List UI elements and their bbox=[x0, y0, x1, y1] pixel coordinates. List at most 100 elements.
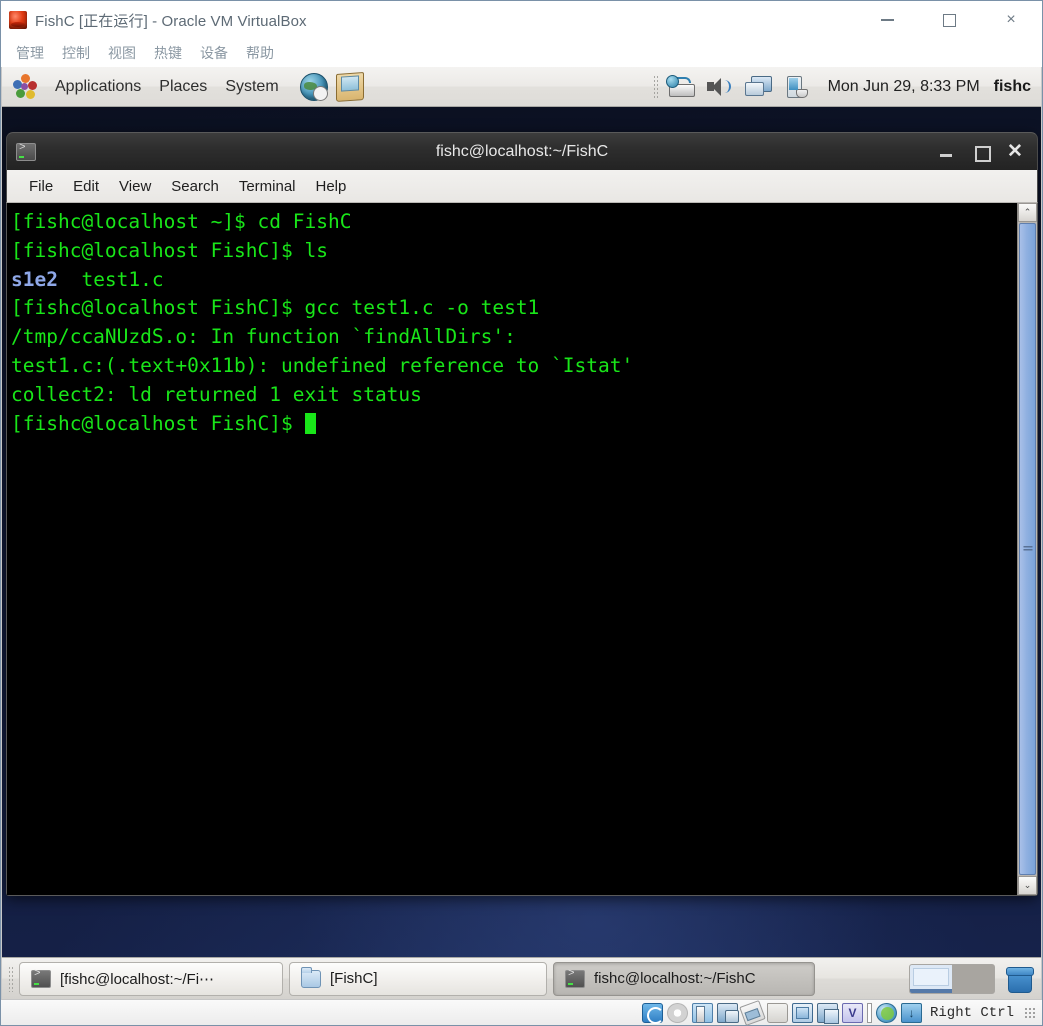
panel-launchers bbox=[299, 71, 364, 102]
host-mouse-icon[interactable]: ↓ bbox=[900, 1002, 922, 1023]
terminal-titlebar[interactable]: fishc@localhost:~/FishC ✕ bbox=[6, 132, 1038, 170]
audio-icon[interactable] bbox=[691, 1002, 713, 1023]
task-label: [FishC] bbox=[330, 970, 378, 987]
terminal-line: /tmp/ccaNUzdS.o: In function `findAllDir… bbox=[11, 323, 1017, 352]
shared-folders-icon[interactable] bbox=[766, 1002, 788, 1023]
terminal-line: [fishc@localhost FishC]$ bbox=[11, 410, 1017, 439]
task-button-terminal-2[interactable]: fishc@localhost:~/FishC bbox=[553, 961, 815, 996]
scrollbar-thumb[interactable] bbox=[1019, 223, 1036, 875]
terminal-close-button[interactable]: ✕ bbox=[1007, 142, 1023, 161]
desktop[interactable]: fishc@localhost:~/FishC ✕ File Edit View… bbox=[2, 107, 1041, 957]
terminal-menu-edit[interactable]: Edit bbox=[63, 175, 109, 198]
network-icon[interactable] bbox=[716, 1002, 739, 1023]
scrollbar-trough[interactable] bbox=[1018, 222, 1037, 876]
panel-tray bbox=[665, 74, 812, 100]
host-key-label: Right Ctrl bbox=[929, 1004, 1014, 1021]
terminal-menu-terminal[interactable]: Terminal bbox=[229, 175, 306, 198]
terminal-line: collect2: ld returned 1 exit status bbox=[11, 381, 1017, 410]
vbox-menu-devices[interactable]: 设备 bbox=[191, 41, 237, 65]
terminal-icon bbox=[565, 968, 585, 988]
terminal-window: fishc@localhost:~/FishC ✕ File Edit View… bbox=[6, 132, 1038, 896]
terminal-menu-view[interactable]: View bbox=[109, 175, 161, 198]
virtualbox-logo-icon[interactable]: V bbox=[841, 1002, 863, 1023]
close-icon: × bbox=[1006, 11, 1016, 28]
virtualbox-icon bbox=[9, 11, 27, 29]
battery-icon[interactable] bbox=[782, 74, 812, 100]
terminal-menu-help[interactable]: Help bbox=[306, 175, 357, 198]
task-button-file-manager[interactable]: [FishC] bbox=[289, 961, 547, 996]
maximize-button[interactable] bbox=[918, 1, 980, 39]
scroll-down-button[interactable]: ⌄ bbox=[1018, 876, 1037, 895]
vbox-menu-control[interactable]: 控制 bbox=[53, 41, 99, 65]
vbox-menu-hotkey[interactable]: 热键 bbox=[145, 41, 191, 65]
terminal-window-title: fishc@localhost:~/FishC bbox=[435, 142, 609, 160]
close-button[interactable]: × bbox=[980, 1, 1042, 39]
web-browser-icon[interactable] bbox=[299, 72, 328, 101]
task-label: [fishc@localhost:~/Fi⋯ bbox=[60, 970, 215, 988]
terminal-menu-file[interactable]: File bbox=[19, 175, 63, 198]
capture-bar-icon bbox=[866, 1002, 872, 1023]
panel-clock[interactable]: Mon Jun 29, 8:33 PM bbox=[828, 78, 980, 96]
terminal-scrollbar[interactable]: ⌃ ⌄ bbox=[1017, 203, 1037, 895]
workspace-2[interactable] bbox=[952, 964, 994, 993]
guest-screen: Applications Places System Mon Jun 29, 8… bbox=[1, 67, 1042, 999]
terminal-body: [fishc@localhost ~]$ cd FishC [fishc@loca… bbox=[6, 203, 1038, 896]
terminal-text: test1.c bbox=[57, 267, 164, 291]
terminal-output[interactable]: [fishc@localhost ~]$ cd FishC [fishc@loca… bbox=[7, 203, 1017, 895]
minimize-button[interactable] bbox=[856, 1, 918, 39]
window-tasklist: [fishc@localhost:~/Fi⋯ [FishC] fishc@loc… bbox=[19, 961, 901, 996]
terminal-line: [fishc@localhost FishC]$ gcc test1.c -o … bbox=[11, 294, 1017, 323]
task-label: fishc@localhost:~/FishC bbox=[594, 970, 756, 987]
terminal-text: collect2: ld returned 1 exit status bbox=[11, 382, 422, 406]
trash-icon[interactable] bbox=[1005, 965, 1034, 993]
terminal-text: s1e2 bbox=[11, 267, 58, 291]
terminal-line: s1e2 test1.c bbox=[11, 266, 1017, 295]
hard-disk-icon[interactable] bbox=[641, 1002, 664, 1024]
menu-system[interactable]: System bbox=[216, 75, 287, 99]
display-icon[interactable] bbox=[791, 1002, 813, 1023]
gnome-bottom-panel: [fishc@localhost:~/Fi⋯ [FishC] fishc@loc… bbox=[2, 957, 1041, 999]
terminal-text: /tmp/ccaNUzdS.o: In function `findAllDir… bbox=[11, 325, 516, 349]
gnome-top-panel: Applications Places System Mon Jun 29, 8… bbox=[2, 67, 1041, 107]
display-icon[interactable] bbox=[743, 74, 773, 100]
virtualbox-titlebar: FishC [正在运行] - Oracle VM VirtualBox × bbox=[1, 1, 1042, 39]
vbox-menu-help[interactable]: 帮助 bbox=[237, 41, 283, 65]
volume-icon[interactable] bbox=[704, 74, 734, 100]
panel-username[interactable]: fishc bbox=[994, 78, 1031, 96]
resize-grip[interactable] bbox=[1024, 1006, 1036, 1019]
vbox-menu-view[interactable]: 视图 bbox=[99, 41, 145, 65]
panel-drag-grip[interactable] bbox=[652, 74, 659, 99]
guest-additions-icon[interactable] bbox=[875, 1002, 897, 1023]
terminal-window-controls: ✕ bbox=[939, 142, 1037, 162]
terminal-icon bbox=[16, 142, 36, 161]
usb-icon[interactable] bbox=[739, 999, 766, 1026]
email-client-icon[interactable] bbox=[335, 71, 364, 102]
maximize-icon bbox=[942, 13, 956, 27]
virtualbox-statusbar: V ↓ Right Ctrl bbox=[1, 999, 1042, 1026]
gnome-foot-icon[interactable] bbox=[13, 73, 39, 100]
terminal-maximize-button[interactable] bbox=[973, 144, 991, 162]
virtualbox-window-title: FishC [正在运行] - Oracle VM VirtualBox bbox=[35, 12, 307, 30]
workspace-switcher[interactable] bbox=[909, 963, 995, 994]
optical-disk-icon[interactable] bbox=[666, 1002, 688, 1023]
scroll-up-button[interactable]: ⌃ bbox=[1018, 203, 1037, 222]
terminal-text: [fishc@localhost ~]$ cd FishC bbox=[11, 210, 352, 233]
vbox-menu-manage[interactable]: 管理 bbox=[7, 41, 53, 65]
terminal-text: [fishc@localhost FishC]$ ls bbox=[11, 238, 328, 262]
virtualbox-window: FishC [正在运行] - Oracle VM VirtualBox × 管理… bbox=[0, 0, 1043, 1026]
terminal-menu-search[interactable]: Search bbox=[161, 175, 229, 198]
menu-applications[interactable]: Applications bbox=[46, 75, 150, 99]
terminal-minimize-button[interactable] bbox=[939, 144, 955, 160]
window-icon[interactable] bbox=[816, 1002, 839, 1024]
network-manager-icon[interactable] bbox=[665, 74, 695, 100]
panel-drag-grip-left[interactable] bbox=[8, 965, 14, 992]
workspace-1[interactable] bbox=[910, 964, 952, 993]
minimize-icon bbox=[880, 19, 894, 21]
menu-places[interactable]: Places bbox=[150, 75, 216, 99]
terminal-text: [fishc@localhost FishC]$ gcc test1.c -o … bbox=[11, 296, 540, 320]
terminal-icon bbox=[31, 968, 51, 988]
task-button-terminal-1[interactable]: [fishc@localhost:~/Fi⋯ bbox=[19, 961, 283, 996]
terminal-line: test1.c:(.text+0x11b): undefined referen… bbox=[11, 352, 1017, 381]
folder-icon bbox=[301, 966, 321, 988]
terminal-cursor bbox=[304, 412, 316, 434]
